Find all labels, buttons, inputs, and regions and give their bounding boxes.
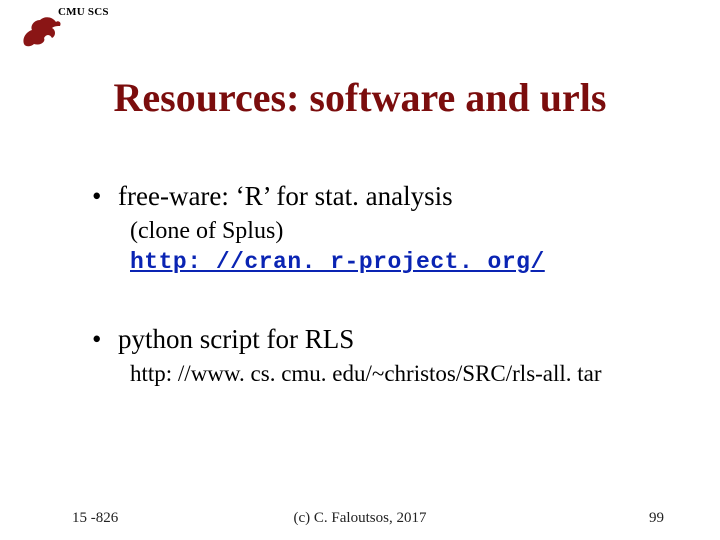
bullet-marker: • [92, 180, 118, 214]
bullet-marker: • [92, 323, 118, 357]
footer-page-number: 99 [649, 510, 664, 527]
slide: CMU SCS Resources: software and urls • f… [0, 0, 720, 540]
bullet-text: python script for RLS [118, 323, 354, 357]
slide-title: Resources: software and urls [0, 74, 720, 121]
list-item: • free-ware: ‘R’ for stat. analysis (clo… [92, 180, 662, 275]
header-label: CMU SCS [58, 6, 109, 18]
resource-url-text: http: //www. cs. cmu. edu/~christos/SRC/… [130, 359, 662, 389]
bullet-text: free-ware: ‘R’ for stat. analysis [118, 180, 453, 214]
list-item: • python script for RLS http: //www. cs.… [92, 323, 662, 389]
bullet-line: • free-ware: ‘R’ for stat. analysis [92, 180, 662, 214]
slide-body: • free-ware: ‘R’ for stat. analysis (clo… [92, 180, 662, 389]
footer-copyright: (c) C. Faloutsos, 2017 [0, 510, 720, 527]
bullet-subtext: (clone of Splus) [130, 216, 662, 247]
bullet-line: • python script for RLS [92, 323, 662, 357]
resource-link[interactable]: http: //cran. r-project. org/ [130, 249, 545, 275]
